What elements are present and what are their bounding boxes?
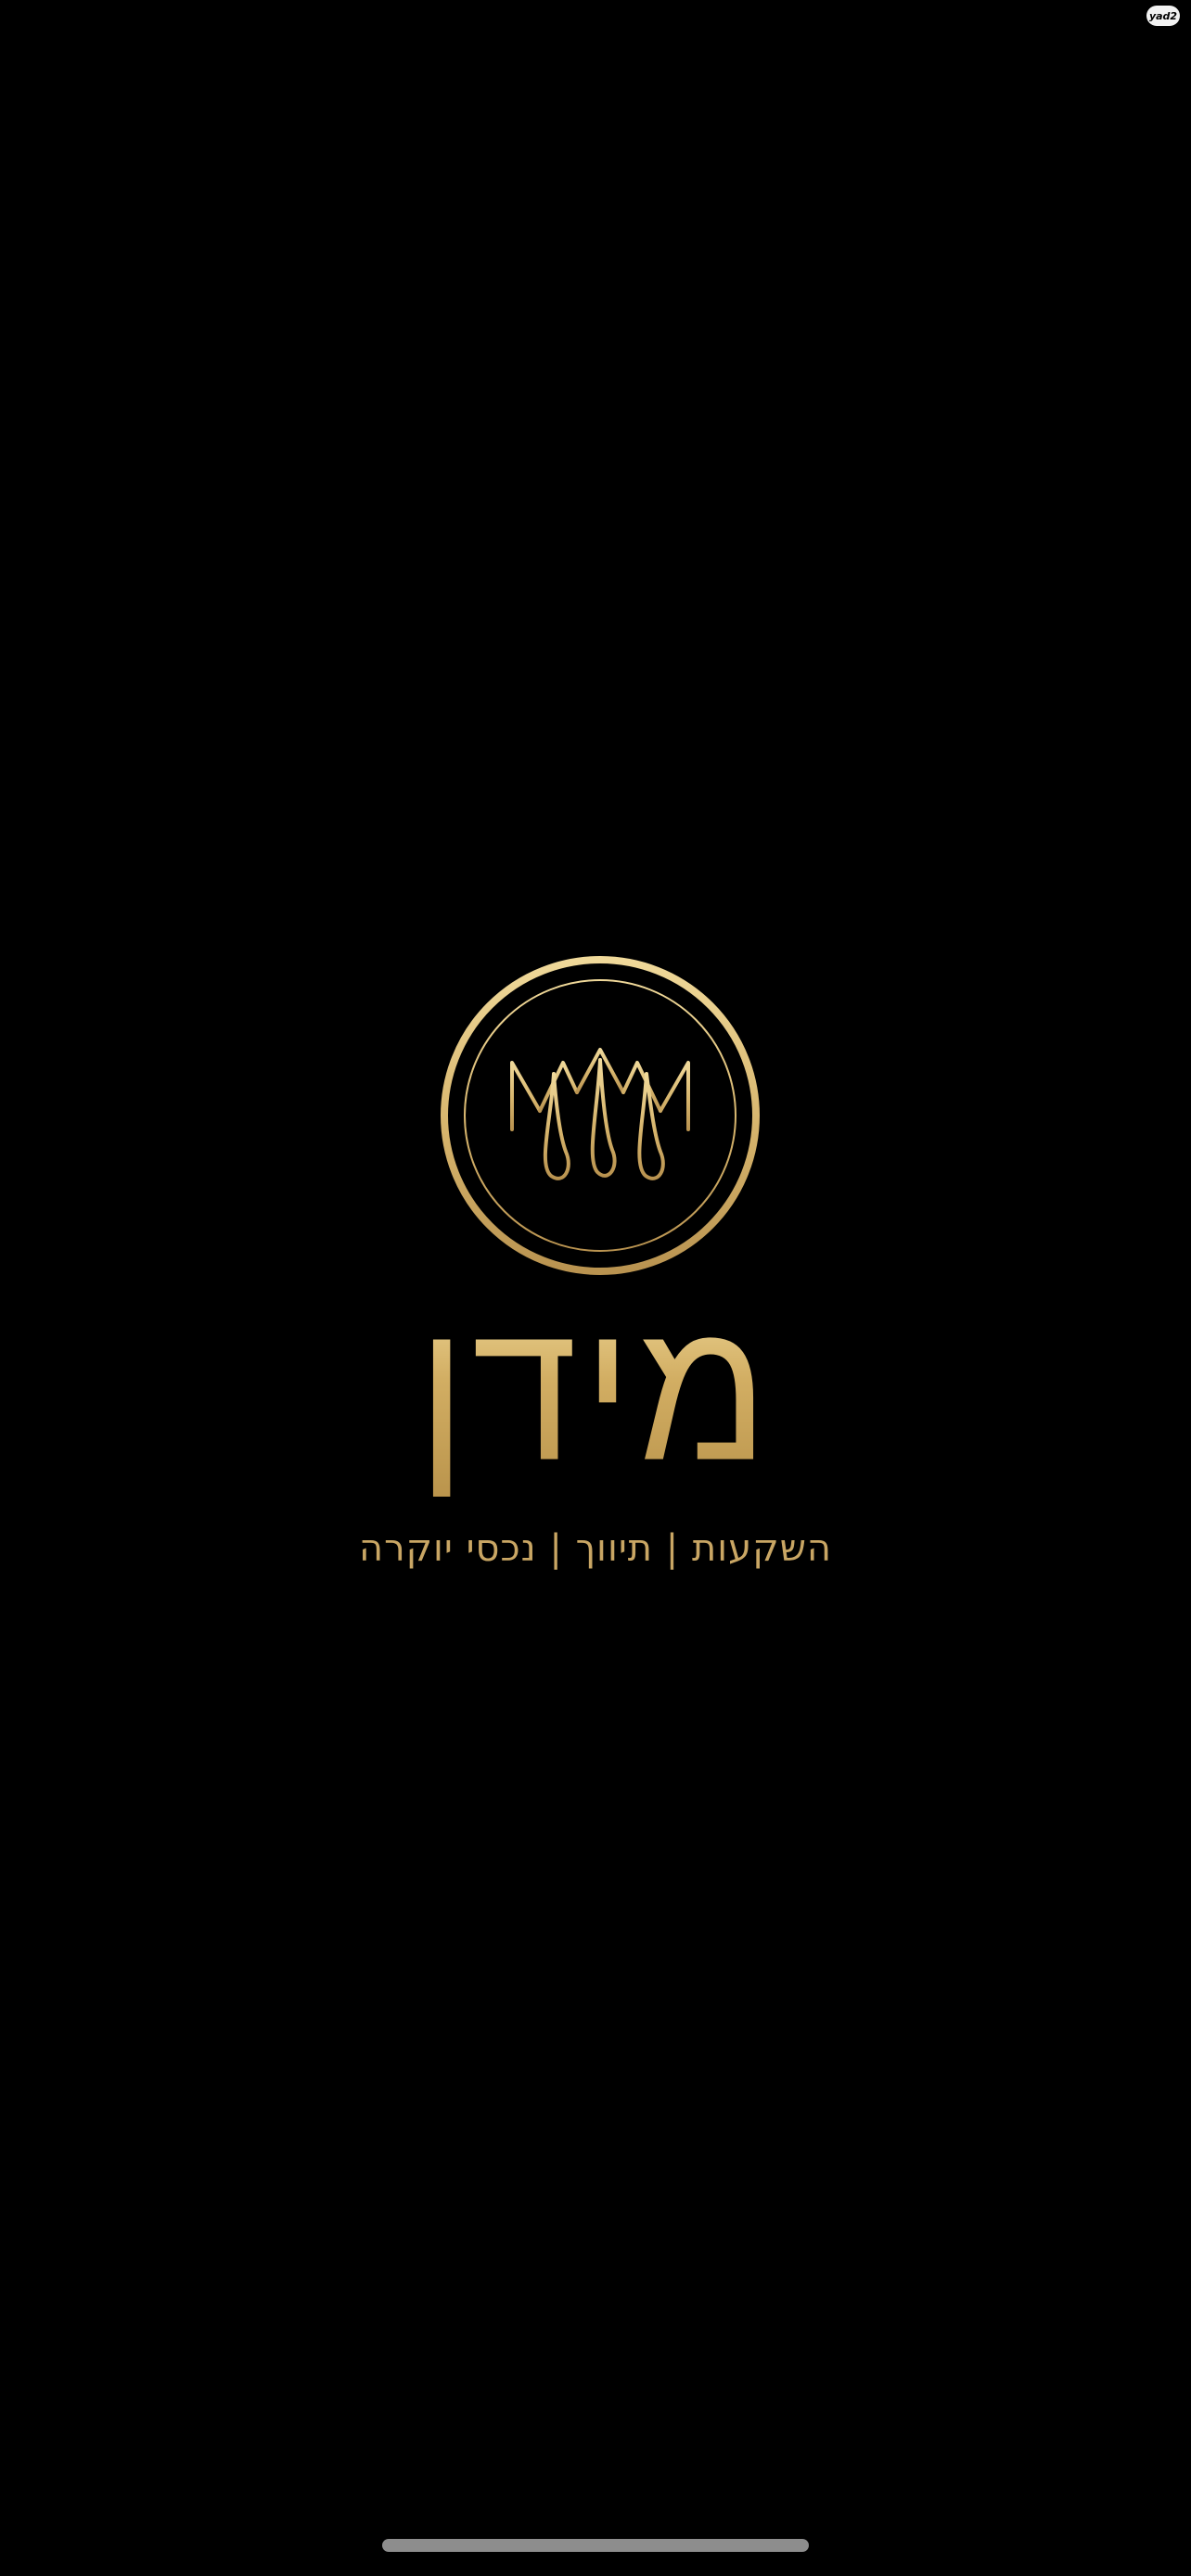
home-indicator[interactable] [382,2539,809,2552]
crown-monogram-m-icon [441,956,760,1275]
splash-screen: yad2 מידן השקעות | תיווך | נכסי יוקרה [0,0,1191,2576]
watermark-badge: yad2 [1146,6,1180,26]
brand-name: מידן [0,1274,1191,1508]
watermark-label: yad2 [1148,9,1178,22]
brand-tagline: השקעות | תיווך | נכסי יוקרה [358,1527,833,1570]
